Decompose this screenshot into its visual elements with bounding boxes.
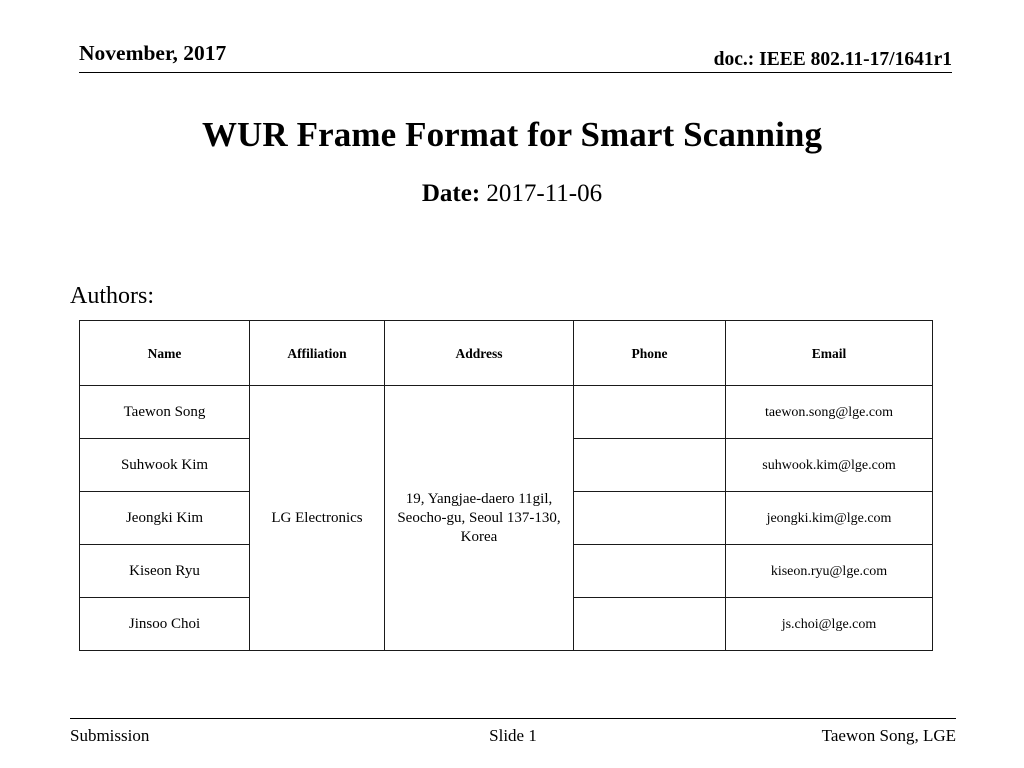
cell-email: kiseon.ryu@lge.com (725, 544, 933, 598)
cell-phone (573, 544, 726, 598)
page-title: WUR Frame Format for Smart Scanning (201, 115, 823, 154)
cell-email: taewon.song@lge.com (725, 385, 933, 439)
table-header-row: Name Affiliation Address Phone Email (79, 320, 933, 386)
cell-affiliation: LG Electronics (249, 385, 385, 651)
column-header-name: Name (79, 320, 250, 386)
authors-heading: Authors: (70, 283, 154, 309)
authors-table: Name Affiliation Address Phone Email Tae… (79, 320, 933, 651)
date-label: Date: (421, 180, 481, 207)
cell-author-name: Jinsoo Choi (79, 597, 250, 651)
column-header-affiliation: Affiliation (249, 320, 385, 386)
cell-author-name: Kiseon Ryu (79, 544, 250, 598)
cell-author-name: Jeongki Kim (79, 491, 250, 545)
page-subtitle-date: Date: 2017-11-06 (0, 178, 1024, 210)
cell-phone (573, 491, 726, 545)
cell-email: suhwook.kim@lge.com (725, 438, 933, 492)
header-date: November, 2017 (79, 41, 227, 65)
header-document-number: doc.: IEEE 802.11-17/1641r1 (713, 49, 952, 70)
column-header-address: Address (384, 320, 574, 386)
slide-canvas: November, 2017 doc.: IEEE 802.11-17/1641… (0, 0, 1024, 768)
cell-address: 19, Yangjae-daero 11gil, Seocho-gu, Seou… (384, 385, 574, 651)
slide-header: November, 2017 doc.: IEEE 802.11-17/1641… (79, 38, 952, 73)
cell-email: js.choi@lge.com (725, 597, 933, 651)
cell-email: jeongki.kim@lge.com (725, 491, 933, 545)
column-header-email: Email (725, 320, 933, 386)
table-row: Taewon Song LG Electronics 19, Yangjae-d… (79, 385, 933, 651)
cell-author-name: Suhwook Kim (79, 438, 250, 492)
cell-phone (573, 438, 726, 492)
cell-phone (573, 597, 726, 651)
slide-footer: Submission Slide 1 Taewon Song, LGE (70, 718, 956, 749)
date-value: 2017-11-06 (486, 180, 603, 207)
cell-author-name: Taewon Song (79, 385, 250, 439)
cell-phone (573, 385, 726, 439)
footer-author-affiliation: Taewon Song, LGE (821, 726, 956, 745)
column-header-phone: Phone (573, 320, 726, 386)
